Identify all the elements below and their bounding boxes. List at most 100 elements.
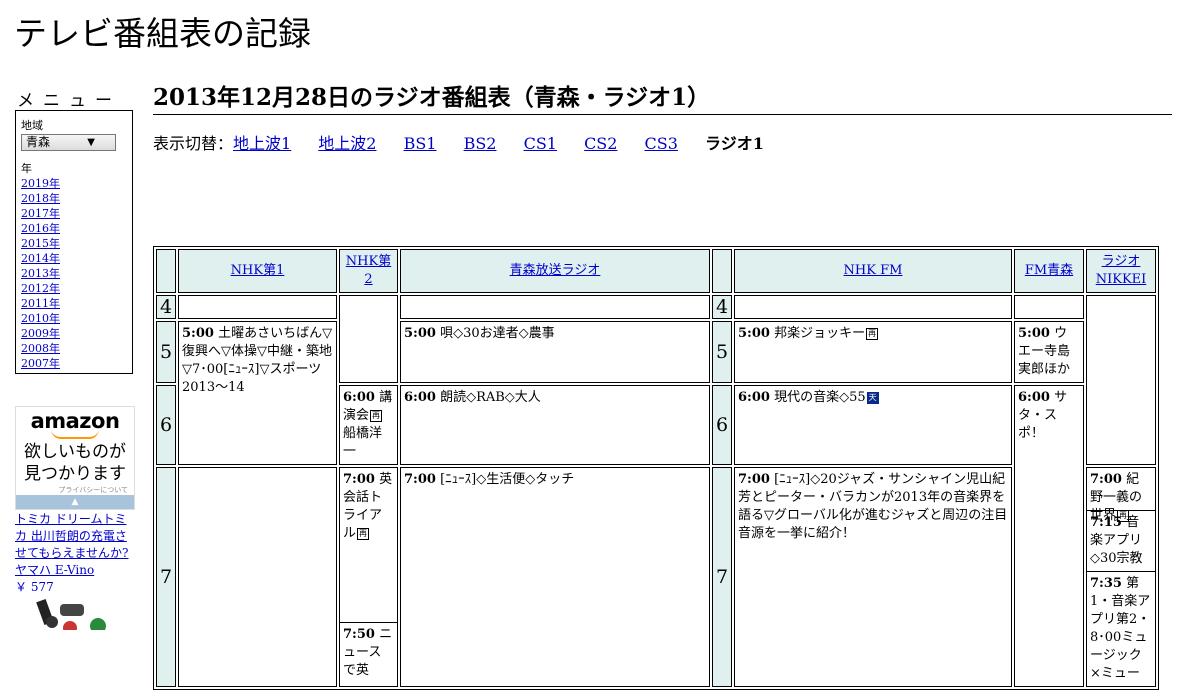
program-cell[interactable]: 6:00 サタ・スポ！ <box>1014 385 1084 687</box>
program-time: 7:00 <box>1090 472 1122 487</box>
program-title: 唄◇30お達者◇農事 <box>440 326 555 341</box>
switch-link-terrestrial2[interactable]: 地上波2 <box>318 134 376 153</box>
ad-product-link-1[interactable]: トミカ ドリームトミカ 出川哲朗の充電させてもらえませんか? <box>15 511 135 562</box>
year-link-2011[interactable]: 2011年 <box>21 296 127 311</box>
menu-title: メニュー <box>17 91 121 111</box>
hour-label: 5 <box>712 321 732 383</box>
hour-label: 4 <box>156 295 176 319</box>
ad-product-price: ￥ 577 <box>15 580 54 594</box>
program-cell[interactable]: 7:00 [ﾆｭｰｽ]◇生活便◇タッチ <box>400 467 710 687</box>
program-cell[interactable]: 5:00 唄◇30お達者◇農事 <box>400 321 710 383</box>
program-cell[interactable]: 5:00 ウエー寺島実郎ほか <box>1014 321 1084 383</box>
switch-link-cs3[interactable]: CS3 <box>645 134 678 153</box>
program-cell[interactable]: 7:00 英会話トライアル再 <box>340 468 397 623</box>
channel-link-fmaomori[interactable]: FM青森 <box>1025 263 1073 278</box>
program-time: 6:00 <box>343 390 375 405</box>
year-link-2009[interactable]: 2009年 <box>21 326 127 341</box>
product-image[interactable] <box>30 596 120 630</box>
channel-link-rab[interactable]: 青森放送ラジオ <box>510 263 601 278</box>
page-heading: 2013年12月28日のラジオ番組表（青森・ラジオ1） <box>153 82 1172 115</box>
program-grid: NHK第1 NHK第2 青森放送ラジオ NHK FM FM青森 ラジオNIKKE… <box>153 246 1159 690</box>
view-switcher-label: 表示切替： <box>153 134 234 153</box>
corner-cell <box>156 249 176 293</box>
program-cell-empty <box>178 295 337 319</box>
program-time: 7:50 <box>343 627 375 642</box>
year-link-2016[interactable]: 2016年 <box>21 221 127 236</box>
ad-privacy-link[interactable]: プライバシーについて <box>16 485 134 495</box>
switch-link-cs1[interactable]: CS1 <box>524 134 557 153</box>
program-title: 朗読◇RAB◇大人 <box>440 390 541 405</box>
program-cell[interactable]: 6:00 現代の音楽◇55 天 <box>734 385 1012 465</box>
program-cell-empty <box>178 467 337 687</box>
hour-label: 7 <box>712 467 732 687</box>
ad-product-link-2[interactable]: ヤマハ E-Vino <box>15 562 135 579</box>
program-cell[interactable]: 5:00 邦楽ジョッキー再 <box>734 321 1012 383</box>
program-cell[interactable]: 7:00 紀野一義の世界再 <box>1087 468 1155 523</box>
program-title: 邦楽ジョッキー <box>774 326 866 341</box>
hour-label: 5 <box>156 321 176 383</box>
year-link-2013[interactable]: 2013年 <box>21 266 127 281</box>
year-link-2015[interactable]: 2015年 <box>21 236 127 251</box>
switch-link-terrestrial1[interactable]: 地上波1 <box>233 134 291 153</box>
menu-box: 地域 青森 ▼ 年 2019年 2018年 2017年 2016年 2015年 … <box>15 110 133 374</box>
program-cell[interactable]: 6:00 朗読◇RAB◇大人 <box>400 385 710 465</box>
year-link-2019[interactable]: 2019年 <box>21 176 127 191</box>
program-time: 6:00 <box>738 390 770 405</box>
program-title: [ﾆｭｰｽ]◇20ジャズ・サンシャイン児山紀芳とピーター・バラカンが2013年の… <box>738 472 1008 541</box>
program-time: 6:00 <box>404 390 436 405</box>
region-select[interactable]: 青森 ▼ <box>21 134 116 151</box>
year-link-2008[interactable]: 2008年 <box>21 341 127 356</box>
program-time: 5:00 <box>1018 326 1050 341</box>
program-cell[interactable]: 7:50 ニュースで英 <box>340 623 397 683</box>
program-cell[interactable]: 7:35 第1・音楽アプリ第2・8･00ミュージック×ミュー <box>1087 572 1155 686</box>
corner-cell <box>712 249 732 293</box>
switch-link-bs1[interactable]: BS1 <box>404 134 437 153</box>
ad-text-line2: 見つかります <box>24 464 126 484</box>
weather-badge-icon: 天 <box>866 391 879 404</box>
switch-current-radio1: ラジオ1 <box>705 134 764 153</box>
year-link-2018[interactable]: 2018年 <box>21 191 127 206</box>
program-cell[interactable]: 5:00 土曜あさいちばん▽復興へ▽体操▽中継・築地▽7･00[ﾆｭｰｽ]▽スポ… <box>178 321 337 465</box>
program-time: 5:00 <box>404 326 436 341</box>
channel-link-radionikkei[interactable]: ラジオNIKKEI <box>1096 254 1147 287</box>
year-label: 年 <box>21 162 32 175</box>
program-cell-empty <box>400 295 710 319</box>
program-time: 7:00 <box>738 472 770 487</box>
year-link-2007[interactable]: 2007年 <box>21 356 127 371</box>
view-switcher: 表示切替：地上波1 地上波2 BS1 BS2 CS1 CS2 CS3 ラジオ1 <box>153 134 764 154</box>
year-link-2012[interactable]: 2012年 <box>21 281 127 296</box>
channel-link-nhk2[interactable]: NHK第2 <box>346 254 391 287</box>
program-cell-split: 7:00 英会話トライアル再 7:50 ニュースで英 <box>339 467 398 687</box>
year-link-2010[interactable]: 2010年 <box>21 311 127 326</box>
ad-expand-bar[interactable]: ▲ <box>16 495 134 509</box>
program-title: 第1・音楽アプリ第2・8･00ミュージック×ミュー <box>1090 576 1151 681</box>
channel-header: ラジオNIKKEI <box>1086 249 1156 293</box>
program-cell-empty <box>1086 295 1156 465</box>
ad-text-line1: 欲しいものが <box>24 442 126 462</box>
channel-header: FM青森 <box>1014 249 1084 293</box>
channel-header: NHK FM <box>734 249 1012 293</box>
amazon-ad[interactable]: amazon 欲しいものが 見つかります プライバシーについて ▲ <box>15 406 135 510</box>
program-time: 6:00 <box>1018 390 1050 405</box>
year-list: 2019年 2018年 2017年 2016年 2015年 2014年 2013… <box>21 176 127 371</box>
rerun-badge-icon: 再 <box>866 327 879 340</box>
rerun-badge-icon: 再 <box>357 527 370 540</box>
program-time: 5:00 <box>738 326 770 341</box>
switch-link-cs2[interactable]: CS2 <box>584 134 617 153</box>
program-time: 7:00 <box>343 472 375 487</box>
program-cell[interactable]: 7:15 音楽アプリ◇30宗教 <box>1087 511 1155 572</box>
channel-link-nhkfm[interactable]: NHK FM <box>844 263 903 278</box>
program-cell-empty <box>734 295 1012 319</box>
year-link-2014[interactable]: 2014年 <box>21 251 127 266</box>
switch-link-bs2[interactable]: BS2 <box>464 134 497 153</box>
program-cell[interactable]: 7:00 [ﾆｭｰｽ]◇20ジャズ・サンシャイン児山紀芳とピーター・バラカンが2… <box>734 467 1012 687</box>
hour-label: 7 <box>156 467 176 687</box>
program-cell-empty <box>339 295 398 383</box>
site-title: テレビ番組表の記録 <box>14 14 311 53</box>
program-cell-split: 7:00 紀野一義の世界再 7:15 音楽アプリ◇30宗教 7:35 第1・音楽… <box>1086 467 1156 687</box>
amazon-logo: amazon <box>30 409 120 433</box>
year-link-2017[interactable]: 2017年 <box>21 206 127 221</box>
chevron-up-icon: ▲ <box>71 497 79 507</box>
program-cell[interactable]: 6:00 講演会再 船橋洋一 <box>339 385 398 465</box>
channel-link-nhk1[interactable]: NHK第1 <box>231 263 285 278</box>
